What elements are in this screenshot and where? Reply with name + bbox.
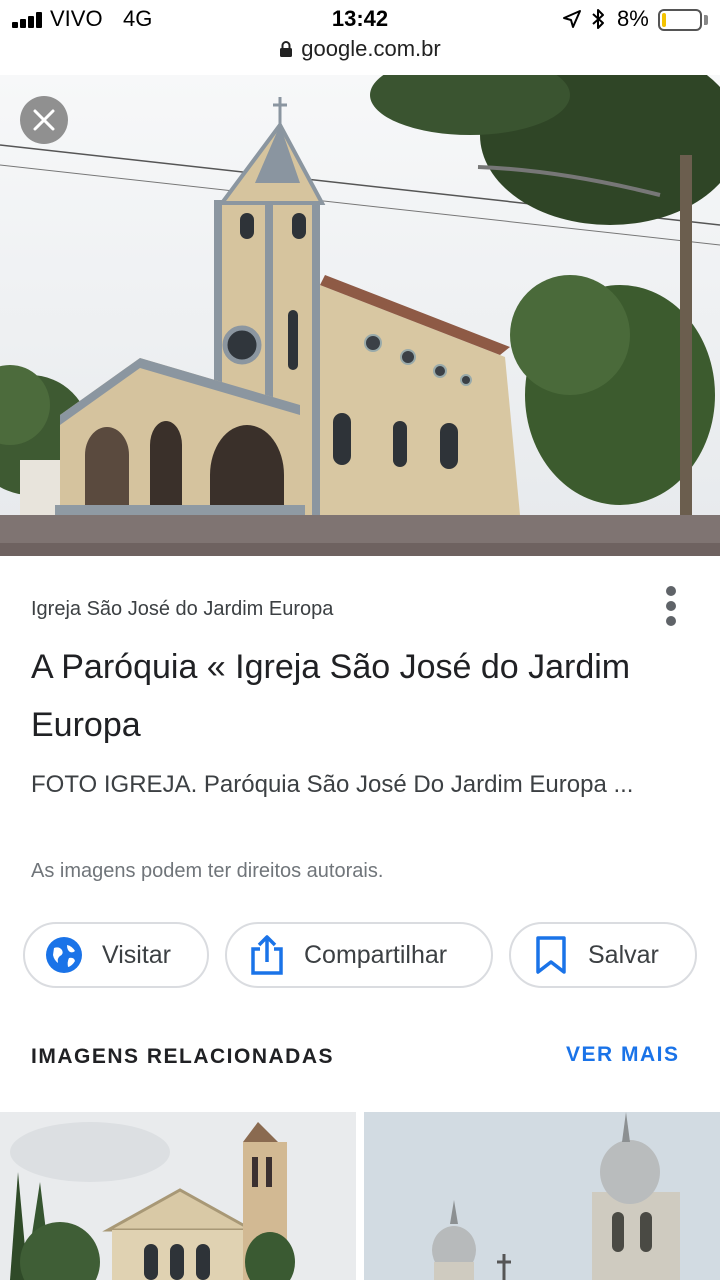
close-button[interactable]	[20, 96, 68, 144]
result-snippet: FOTO IGREJA. Paróquia São José Do Jardim…	[31, 771, 634, 798]
more-options-button[interactable]	[656, 584, 686, 628]
battery-cap	[704, 15, 708, 25]
related-image-thumbnail[interactable]	[0, 1112, 356, 1280]
visit-button[interactable]: Visitar	[23, 922, 209, 988]
status-time: 13:42	[331, 6, 389, 31]
url-bar[interactable]: google.com.br	[0, 36, 720, 74]
bookmark-icon	[536, 936, 566, 974]
church-photo	[0, 75, 720, 556]
globe-icon	[46, 937, 82, 973]
see-more-link[interactable]: VER MAIS	[566, 1043, 680, 1067]
share-button[interactable]: Compartilhar	[225, 922, 493, 988]
copyright-notice: As imagens podem ter direitos autorais.	[31, 860, 384, 882]
share-icon	[251, 935, 283, 975]
result-source[interactable]: Igreja São José do Jardim Europa	[31, 598, 333, 621]
save-button[interactable]: Salvar	[509, 922, 697, 988]
share-label: Compartilhar	[304, 940, 448, 969]
lock-icon	[280, 41, 293, 57]
battery-icon	[658, 9, 702, 31]
battery-level-fill	[662, 13, 667, 27]
status-bar: VIVO 4G 13:42 8%	[0, 0, 720, 40]
save-label: Salvar	[588, 940, 659, 969]
bluetooth-icon	[592, 9, 604, 29]
related-image-thumbnail[interactable]	[364, 1112, 720, 1280]
result-image[interactable]	[0, 75, 720, 556]
visit-label: Visitar	[102, 940, 172, 969]
related-church-photo	[0, 1112, 356, 1280]
close-icon	[33, 109, 55, 131]
related-church-dome-photo	[364, 1112, 720, 1280]
location-arrow-icon	[563, 10, 581, 28]
battery-percentage: 8%	[617, 6, 649, 31]
url-text: google.com.br	[301, 36, 441, 61]
result-title[interactable]: A Paróquia « Igreja São José do Jardim E…	[31, 638, 671, 754]
related-images-heading: IMAGENS RELACIONADAS	[31, 1045, 335, 1068]
